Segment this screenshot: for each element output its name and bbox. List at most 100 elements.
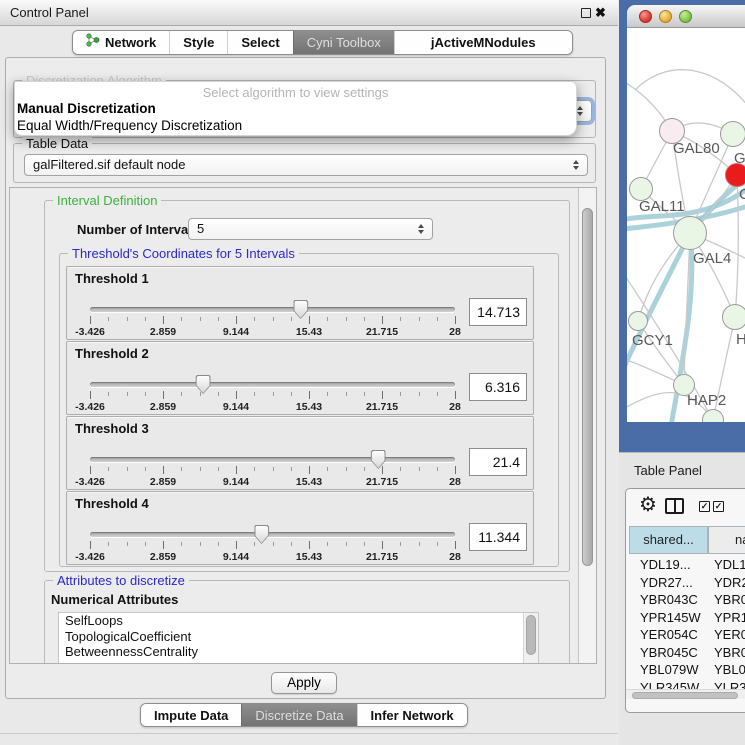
slider-track [90, 382, 455, 387]
cell-name[interactable]: YBR0 [708, 644, 745, 662]
list-item[interactable]: SelfLoops [59, 613, 538, 629]
mac-minimize-icon[interactable] [659, 10, 672, 23]
table-row[interactable]: YDR27...YDR2 [629, 574, 745, 592]
cell-name[interactable]: YBL0 [708, 661, 745, 679]
cell-name[interactable]: YBR0 [708, 591, 745, 609]
close-icon[interactable]: ✖ [595, 4, 606, 22]
split-view-icon[interactable] [665, 498, 684, 514]
cell-shared-name[interactable]: YLR345W [629, 679, 708, 690]
tab-network-label: Network [105, 31, 156, 54]
threshold-2-label: Threshold 2 [75, 346, 149, 361]
cell-shared-name[interactable]: YDL19... [629, 556, 708, 574]
thresholds-group-title: Threshold's Coordinates for 5 Intervals [68, 246, 299, 261]
threshold-4-value-field[interactable]: 11.344 [469, 523, 527, 551]
network-window: GAL80GACGAL11GAL4GCY1HHAP2 [619, 0, 745, 452]
tab-cyni-toolbox[interactable]: Cyni Toolbox [293, 31, 394, 54]
node-table: ⚙ ✓ ✓ shared... name YDL19...YDL1YDR27..… [625, 488, 745, 713]
attribute-items: SelfLoopsTopologicalCoefficientBetweenne… [59, 613, 538, 660]
table-row[interactable]: YBR045CYBR0 [629, 644, 745, 662]
slider-scale-labels: -3.4262.8599.14415.4321.71528 [90, 326, 455, 338]
tab-jactivemnodules-label: jActiveMNodules [431, 31, 536, 54]
slider-ticks [90, 541, 455, 550]
cell-name[interactable]: YDR2 [708, 574, 745, 592]
attributes-list-scrollbar[interactable] [523, 613, 538, 663]
scrollbar-thumb[interactable] [632, 692, 738, 699]
scrollbar-thumb[interactable] [526, 615, 536, 655]
column-header-name[interactable]: name [708, 526, 745, 554]
tab-select[interactable]: Select [227, 31, 292, 54]
slider-scale-labels: -3.4262.8599.14415.4321.71528 [90, 401, 455, 413]
network-node[interactable] [628, 311, 648, 331]
combo-stepper-icon [577, 106, 583, 116]
tab-style[interactable]: Style [169, 31, 227, 54]
cell-name[interactable]: YDL1 [708, 556, 745, 574]
table-body: YDL19...YDL1YDR27...YDR2YBR043CYBR0YPR14… [629, 556, 745, 689]
number-of-intervals-combobox[interactable]: 5 [188, 218, 433, 240]
tab-infer-network[interactable]: Infer Network [357, 704, 467, 726]
table-row[interactable]: YBR043CYBR0 [629, 591, 745, 609]
settings-scrollpane: Interval Definition Number of Intervals … [9, 187, 597, 664]
scrollbar-thumb[interactable] [582, 208, 593, 566]
numerical-attributes-label: Numerical Attributes [51, 592, 178, 607]
table-data-combobox[interactable]: galFiltered.sif default node [24, 154, 588, 176]
table-row[interactable]: YBL079WYBL0 [629, 661, 745, 679]
threshold-2-value-field[interactable]: 6.316 [469, 373, 527, 401]
table-panel-title: Table Panel [634, 463, 702, 478]
algorithm-option-manual[interactable]: Manual Discretization [17, 101, 156, 116]
threshold-1-panel: Threshold 1 -3.4262.8599.14415.4321.7152… [66, 266, 534, 340]
tab-jactivemnodules[interactable]: jActiveMNodules [394, 31, 572, 54]
cell-shared-name[interactable]: YBR043C [629, 591, 708, 609]
cell-name[interactable]: YLR3 [708, 679, 745, 690]
slider-scale-labels: -3.4262.8599.14415.4321.71528 [90, 551, 455, 563]
mac-zoom-icon[interactable] [679, 10, 692, 23]
checkbox-icon[interactable]: ✓ [699, 501, 710, 512]
cell-shared-name[interactable]: YBL079W [629, 661, 708, 679]
network-canvas[interactable]: GAL80GACGAL11GAL4GCY1HHAP2 [627, 28, 745, 422]
algorithm-option-equal-width[interactable]: Equal Width/Frequency Discretization [17, 118, 242, 133]
thresholds-group: Threshold's Coordinates for 5 Intervals … [59, 253, 559, 567]
cell-shared-name[interactable]: YER054C [629, 626, 708, 644]
tab-style-label: Style [183, 31, 214, 54]
threshold-4-slider[interactable]: -3.4262.8599.14415.4321.71528 [90, 530, 455, 562]
attributes-group: Attributes to discretize Numerical Attri… [44, 580, 570, 664]
cell-name[interactable]: YPR1 [708, 609, 745, 627]
cell-name[interactable]: YER0 [708, 626, 745, 644]
node-label: GAL80 [673, 140, 720, 157]
network-node[interactable] [722, 304, 745, 330]
tab-discretize-data[interactable]: Discretize Data [241, 704, 356, 726]
cell-shared-name[interactable]: YPR145W [629, 609, 708, 627]
table-horizontal-scrollbar[interactable] [626, 689, 745, 699]
cell-shared-name[interactable]: YBR045C [629, 644, 708, 662]
table-row[interactable]: YPR145WYPR1 [629, 609, 745, 627]
numerical-attributes-list[interactable]: SelfLoopsTopologicalCoefficientBetweenne… [58, 612, 539, 664]
tab-cyni-toolbox-label: Cyni Toolbox [307, 31, 381, 54]
list-item[interactable]: BetweennessCentrality [59, 644, 538, 660]
algorithm-placeholder-item[interactable]: Select algorithm to view settings [15, 85, 576, 100]
apply-button[interactable]: Apply [271, 672, 337, 694]
threshold-1-slider[interactable]: -3.4262.8599.14415.4321.71528 [90, 305, 455, 337]
network-window-titlebar[interactable] [627, 5, 745, 28]
table-row[interactable]: YLR345WYLR3 [629, 679, 745, 690]
gear-icon[interactable]: ⚙ [639, 495, 657, 515]
network-node[interactable] [720, 121, 745, 147]
slider-ticks [90, 391, 455, 400]
float-window-icon[interactable] [581, 8, 591, 18]
threshold-2-slider[interactable]: -3.4262.8599.14415.4321.71528 [90, 380, 455, 412]
tab-impute-data[interactable]: Impute Data [141, 704, 241, 726]
table-row[interactable]: YER054CYER0 [629, 626, 745, 644]
table-row[interactable]: YDL19...YDL1 [629, 556, 745, 574]
number-of-intervals-value: 5 [197, 221, 204, 236]
settings-vertical-scrollbar[interactable] [578, 188, 596, 663]
mac-close-icon[interactable] [639, 10, 652, 23]
column-header-shared-name[interactable]: shared... [629, 526, 708, 554]
network-node[interactable] [673, 216, 707, 250]
tab-network[interactable]: Network [73, 31, 169, 54]
panel-bottom-divider [0, 733, 618, 734]
table-data-combobox-value: galFiltered.sif default node [33, 157, 185, 172]
threshold-1-value-field[interactable]: 14.713 [469, 298, 527, 326]
list-item[interactable]: TopologicalCoefficient [59, 629, 538, 645]
cell-shared-name[interactable]: YDR27... [629, 574, 708, 592]
threshold-3-value-field[interactable]: 21.4 [469, 448, 527, 476]
threshold-3-slider[interactable]: -3.4262.8599.14415.4321.71528 [90, 455, 455, 487]
checkbox-icon[interactable]: ✓ [713, 501, 724, 512]
